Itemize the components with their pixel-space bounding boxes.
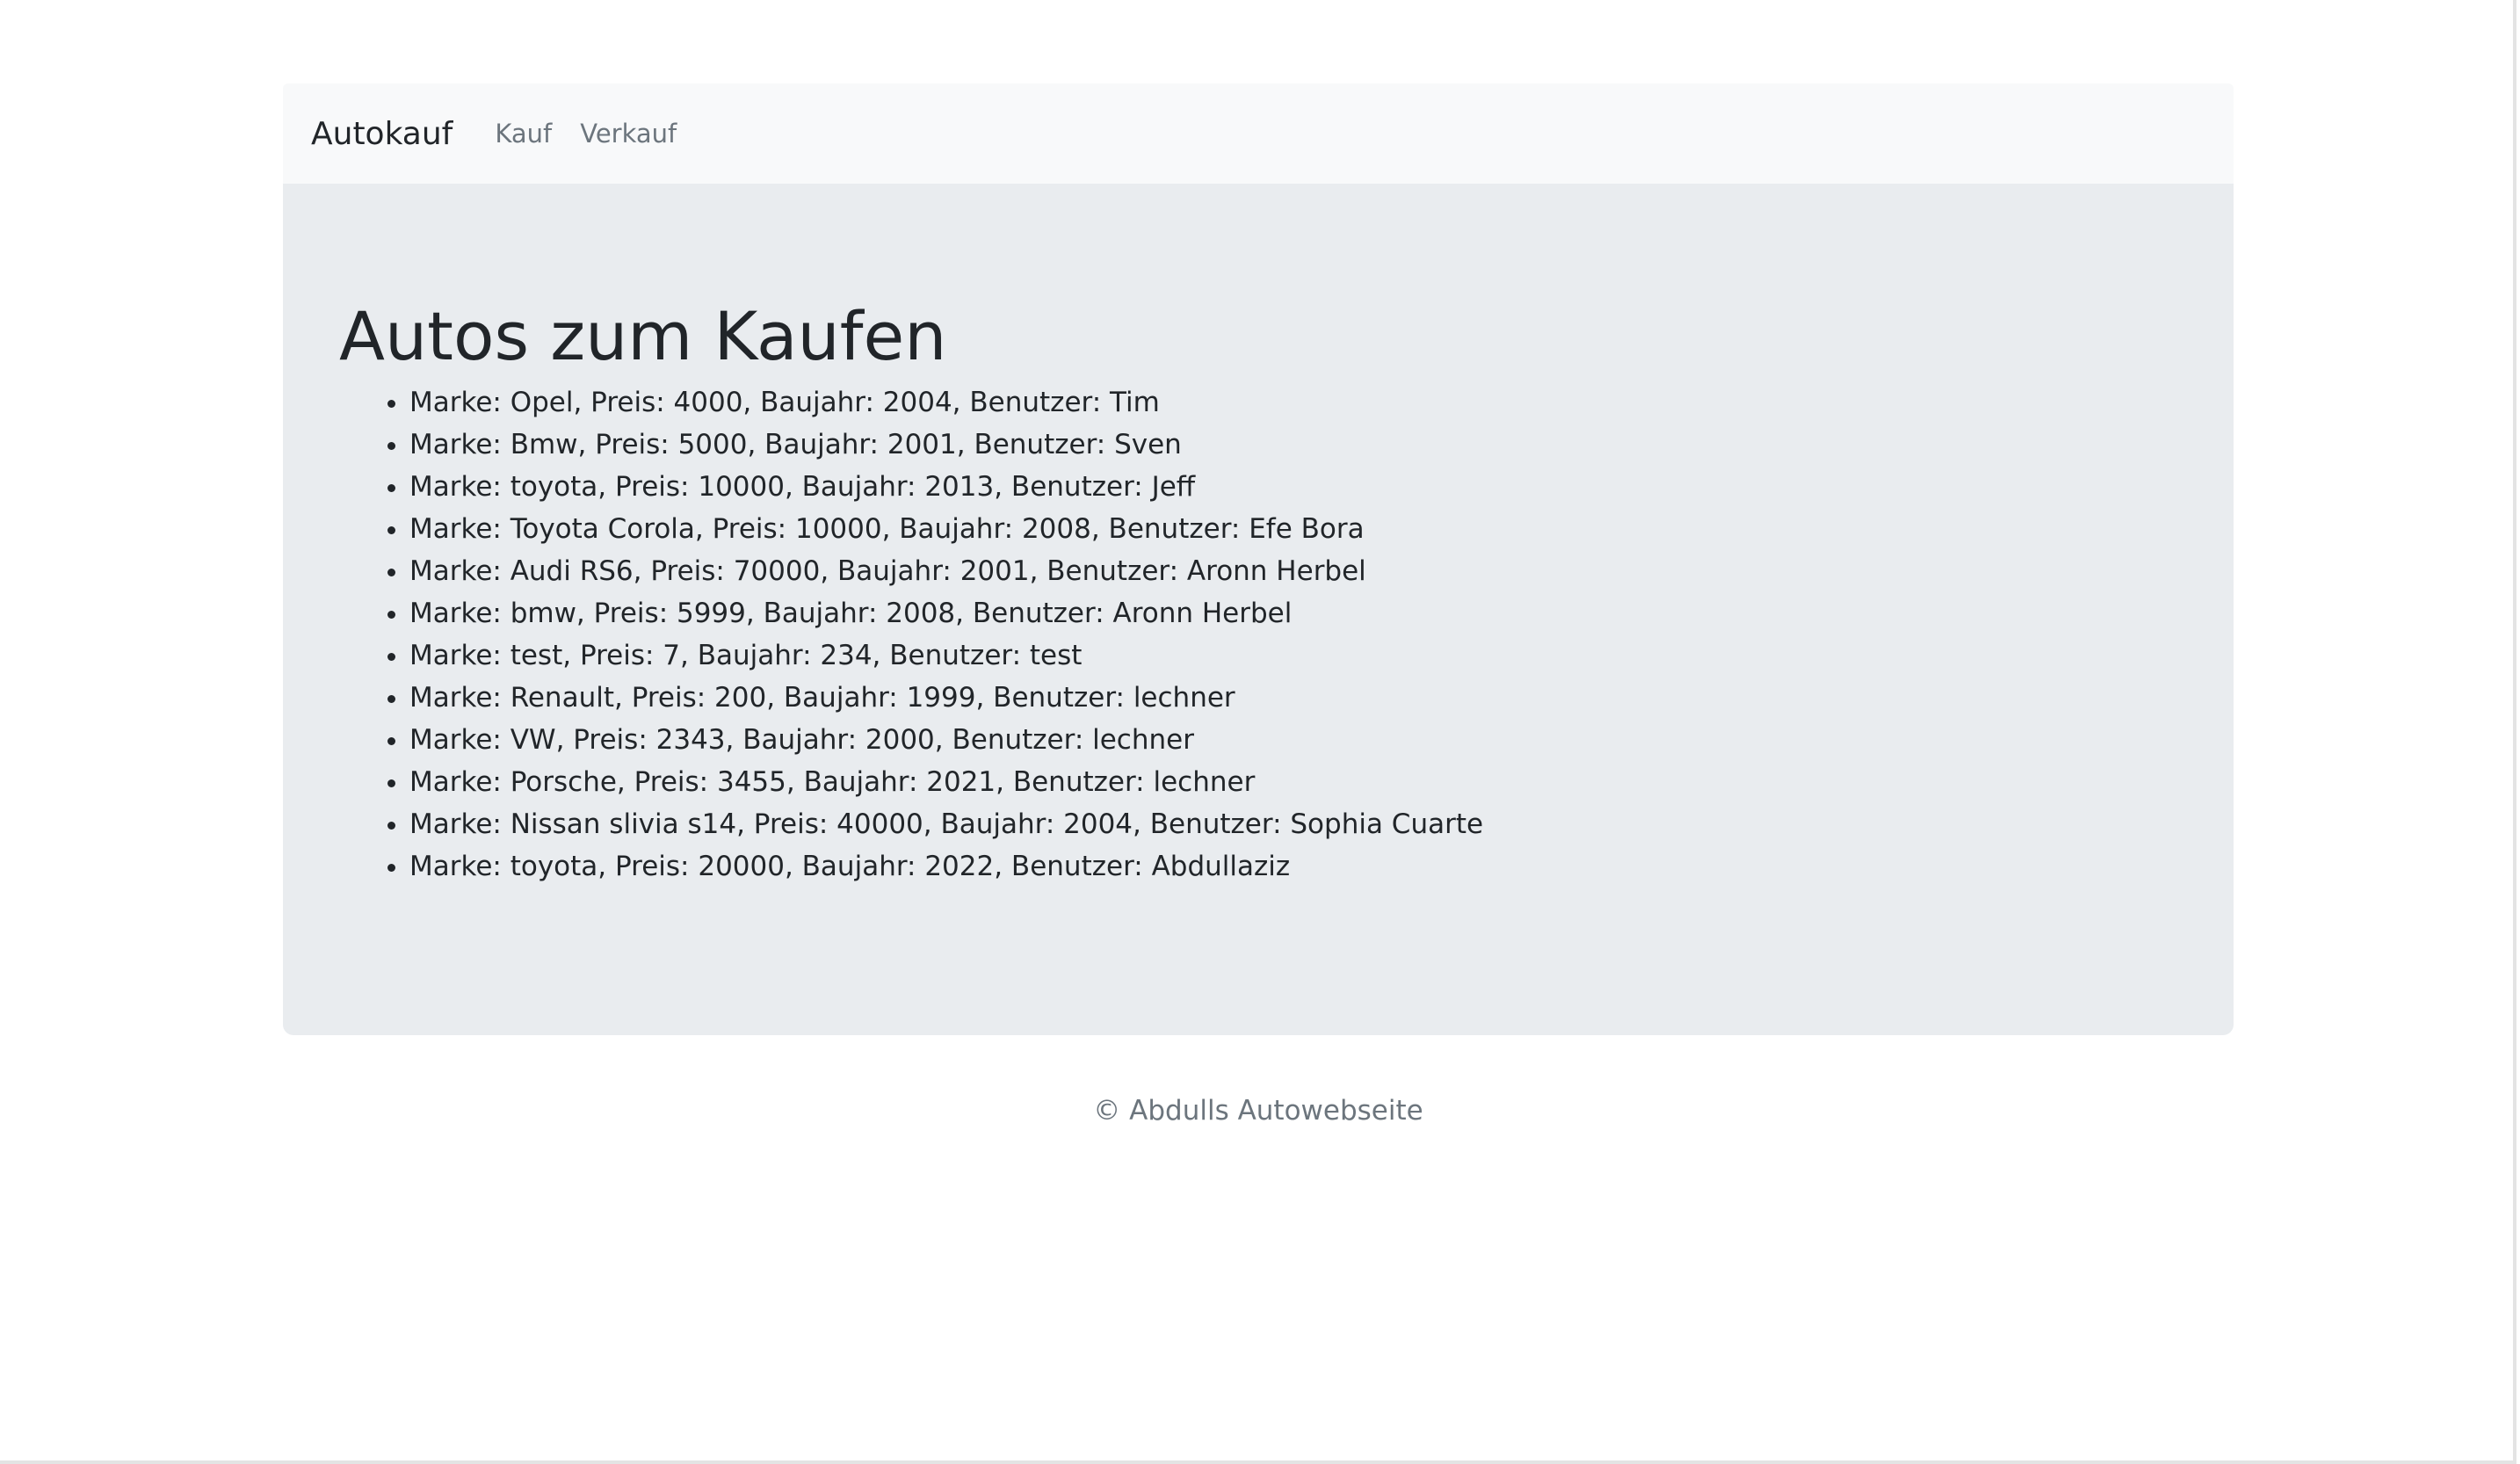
nav-link-kauf[interactable]: Kauf: [495, 119, 552, 149]
car-list-item: Marke: Nissan slivia s14, Preis: 40000, …: [409, 803, 2177, 845]
car-list-item: Marke: toyota, Preis: 20000, Baujahr: 20…: [409, 845, 2177, 888]
car-list-item: Marke: Porsche, Preis: 3455, Baujahr: 20…: [409, 761, 2177, 803]
car-list: Marke: Opel, Preis: 4000, Baujahr: 2004,…: [339, 381, 2177, 888]
navbar: Autokauf Kauf Verkauf: [283, 83, 2234, 184]
car-list-item: Marke: Toyota Corola, Preis: 10000, Bauj…: [409, 508, 2177, 550]
car-list-item: Marke: Renault, Preis: 200, Baujahr: 199…: [409, 677, 2177, 719]
main-container: Autokauf Kauf Verkauf Autos zum Kaufen M…: [283, 83, 2234, 1127]
car-list-item: Marke: Audi RS6, Preis: 70000, Baujahr: …: [409, 550, 2177, 592]
car-list-item: Marke: Opel, Preis: 4000, Baujahr: 2004,…: [409, 381, 2177, 424]
car-list-item: Marke: VW, Preis: 2343, Baujahr: 2000, B…: [409, 719, 2177, 761]
car-list-item: Marke: toyota, Preis: 10000, Baujahr: 20…: [409, 466, 2177, 508]
car-list-item: Marke: Bmw, Preis: 5000, Baujahr: 2001, …: [409, 424, 2177, 466]
car-list-item: Marke: test, Preis: 7, Baujahr: 234, Ben…: [409, 634, 2177, 677]
navbar-brand[interactable]: Autokauf: [311, 116, 453, 152]
content-panel: Autos zum Kaufen Marke: Opel, Preis: 400…: [283, 184, 2234, 1035]
nav-link-verkauf[interactable]: Verkauf: [580, 119, 677, 149]
footer-copyright: © Abdulls Autowebseite: [1093, 1095, 1423, 1127]
car-list-item: Marke: bmw, Preis: 5999, Baujahr: 2008, …: [409, 592, 2177, 634]
page-title: Autos zum Kaufen: [339, 297, 947, 375]
